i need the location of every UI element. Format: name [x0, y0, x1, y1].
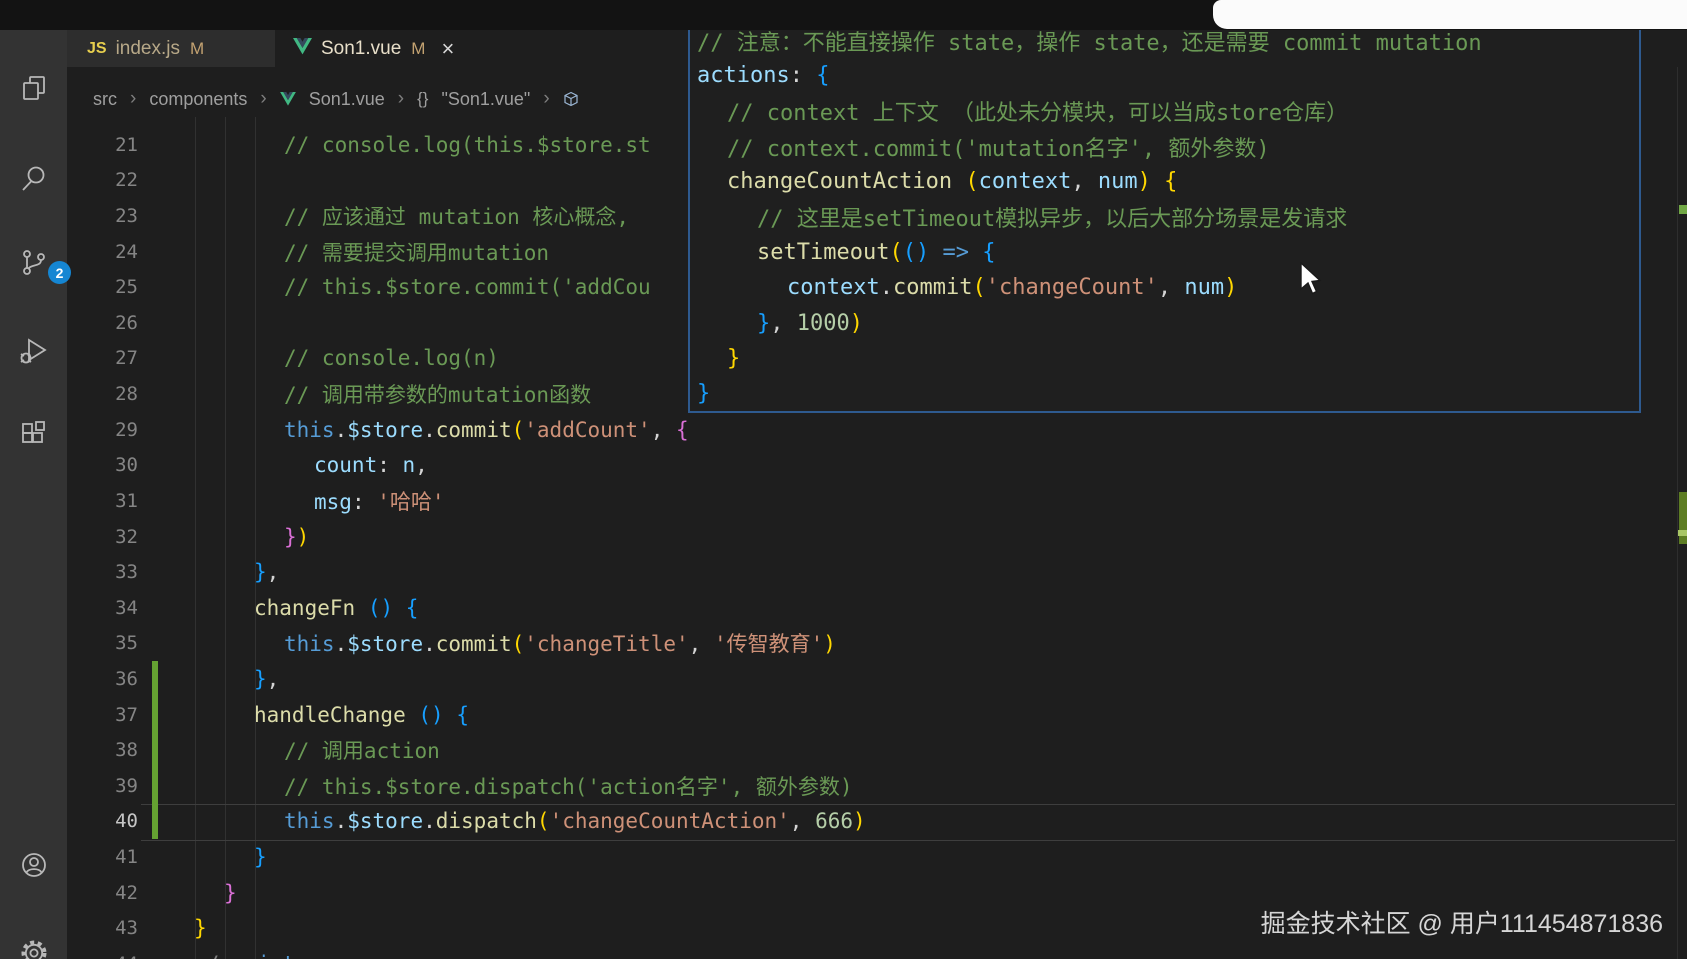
mouse-cursor: [1300, 261, 1324, 301]
code-line[interactable]: 35 this.$store.commit('changeTitle', '传智教…: [0, 626, 1687, 662]
code-text: context.commit('changeCount', num): [787, 275, 1238, 301]
breadcrumb-item-file[interactable]: Son1.vue: [309, 89, 385, 110]
code-text: this.$store.commit('changeTitle', '传智教育'…: [284, 632, 836, 657]
peek-code-line[interactable]: // context 上下文 （此处未分模块，可以当成store仓库）: [690, 94, 1639, 129]
peek-code-line[interactable]: }: [690, 376, 1639, 411]
peek-code-line[interactable]: }, 1000): [690, 305, 1639, 340]
chevron-right-icon: ›: [543, 88, 550, 109]
peek-code-line[interactable]: // context.commit('mutation名字', 额外参数): [690, 129, 1639, 164]
activity-bar: 2: [0, 30, 71, 959]
code-text: }: [194, 916, 207, 941]
code-text: msg: '哈哈': [314, 489, 445, 514]
code-text: actions: {: [697, 63, 830, 89]
code-text: // 应该通过 mutation 核心概念,: [284, 205, 630, 230]
peek-code-line[interactable]: // 这里是setTimeout模拟异步，以后大部分场景是发请求: [690, 199, 1639, 234]
code-text: },: [254, 560, 280, 585]
code-line[interactable]: 31 msg: '哈哈': [0, 483, 1687, 519]
code-text: setTimeout(() => {: [757, 239, 996, 265]
tab-index-js[interactable]: JS index.js M: [67, 30, 275, 67]
code-line[interactable]: 39// this.$store.dispatch('action名字', 额外…: [0, 767, 1687, 804]
search-icon[interactable]: [18, 162, 50, 194]
code-line[interactable]: 44</script>: [0, 946, 1687, 959]
peek-code-line[interactable]: context.commit('changeCount', num): [690, 270, 1639, 305]
peek-code-line[interactable]: }: [690, 341, 1639, 376]
tab-filename: index.js: [115, 37, 180, 59]
symbol-cube-icon: [563, 91, 579, 107]
code-text: this.$store.commit('addCount', {: [284, 417, 689, 442]
code-line[interactable]: 37 handleChange () {: [0, 696, 1687, 733]
vue-file-icon: [293, 37, 312, 60]
account-icon[interactable]: [18, 849, 50, 881]
code-line[interactable]: 40 this.$store.dispatch('changeCountActio…: [0, 803, 1687, 840]
code-line[interactable]: 41}: [0, 839, 1687, 875]
code-text: this.$store.dispatch('changeCountAction'…: [284, 809, 866, 834]
code-text: // this.$store.commit('addCou: [284, 275, 651, 300]
peek-code-line[interactable]: changeCountAction (context, num) {: [690, 164, 1639, 199]
code-line[interactable]: 34 changeFn () {: [0, 590, 1687, 626]
code-line[interactable]: 33},: [0, 554, 1687, 590]
overview-ruler-cursor-mark: [1678, 530, 1687, 536]
overview-ruler-modified-mark: [1679, 492, 1687, 544]
js-file-icon: JS: [87, 39, 107, 57]
minimap-divider: [1677, 30, 1678, 959]
code-text: // 调用带参数的mutation函数: [284, 383, 592, 408]
tab-son1-vue[interactable]: Son1.vue M ×: [275, 30, 529, 67]
scm-pending-badge: 2: [48, 261, 71, 284]
code-line[interactable]: 29 this.$store.commit('addCount', {: [0, 412, 1687, 448]
code-text: // context 上下文 （此处未分模块，可以当成store仓库）: [727, 101, 1349, 127]
git-modified-mark: M: [190, 38, 205, 58]
breadcrumb-item-components[interactable]: components: [149, 89, 247, 110]
extensions-icon[interactable]: [18, 418, 50, 450]
overview-ruler-modified-mark: [1679, 205, 1687, 214]
code-text: // 调用action: [284, 739, 440, 764]
breadcrumb: src › components › Son1.vue › {} "Son1.v…: [93, 86, 579, 112]
peek-code-overlay[interactable]: // 注意：不能直接操作 state，操作 state，还是需要 commit …: [688, 30, 1641, 413]
code-text: changeFn () {: [254, 595, 419, 620]
code-text: }: [224, 880, 237, 905]
code-text: // console.log(this.$store.st: [284, 132, 651, 157]
code-text: }: [254, 844, 267, 869]
tab-filename: Son1.vue: [321, 37, 402, 59]
code-text: },: [254, 666, 280, 691]
chevron-right-icon: ›: [260, 88, 267, 109]
code-text: changeCountAction (context, num) {: [727, 169, 1178, 195]
code-text: // 需要提交调用mutation: [284, 240, 550, 265]
juejin-watermark: 掘金技术社区 @ 用户111454871836: [1260, 910, 1663, 938]
code-text: }: [727, 345, 741, 371]
code-text: handleChange () {: [254, 702, 469, 727]
code-text: }, 1000): [757, 310, 863, 336]
code-text: }: [697, 381, 711, 407]
chevron-right-icon: ›: [397, 88, 405, 109]
code-text: // context.commit('mutation名字', 额外参数): [727, 136, 1270, 162]
vue-file-icon: [279, 92, 296, 106]
peek-code-line[interactable]: setTimeout(() => {: [690, 235, 1639, 270]
code-line[interactable]: 38// 调用action: [0, 732, 1687, 768]
git-modified-mark: M: [411, 38, 426, 58]
code-line[interactable]: 30 count: n,: [0, 447, 1687, 483]
breadcrumb-item-src[interactable]: src: [93, 89, 117, 110]
peek-code-line[interactable]: // 注意：不能直接操作 state，操作 state，还是需要 commit …: [690, 30, 1639, 58]
braces-symbol-icon: {}: [417, 89, 429, 108]
breadcrumb-item-symbol[interactable]: "Son1.vue": [441, 89, 530, 110]
settings-gear-icon[interactable]: [18, 937, 50, 959]
code-text: }): [284, 524, 310, 549]
code-text: </script>: [194, 952, 308, 959]
peek-code-line[interactable]: actions: {: [690, 58, 1639, 93]
chevron-right-icon: ›: [130, 88, 137, 109]
video-overlay-strip: [1213, 0, 1687, 29]
source-control-icon[interactable]: 2: [18, 247, 71, 284]
vscode-window: 2 JS index.js M Son1.vue M × src › compo…: [0, 0, 1687, 959]
explorer-icon[interactable]: [18, 72, 50, 104]
close-icon[interactable]: ×: [441, 37, 454, 59]
code-line[interactable]: 32}): [0, 519, 1687, 555]
code-line[interactable]: 36},: [0, 661, 1687, 697]
run-debug-icon[interactable]: [18, 335, 50, 367]
code-text: // this.$store.dispatch('action名字', 额外参数…: [284, 774, 853, 799]
code-text: // 注意：不能直接操作 state，操作 state，还是需要 commit …: [697, 30, 1482, 56]
code-text: // console.log(n): [284, 346, 499, 371]
code-text: // 这里是setTimeout模拟异步，以后大部分场景是发请求: [757, 207, 1348, 233]
code-text: count: n,: [314, 453, 428, 478]
